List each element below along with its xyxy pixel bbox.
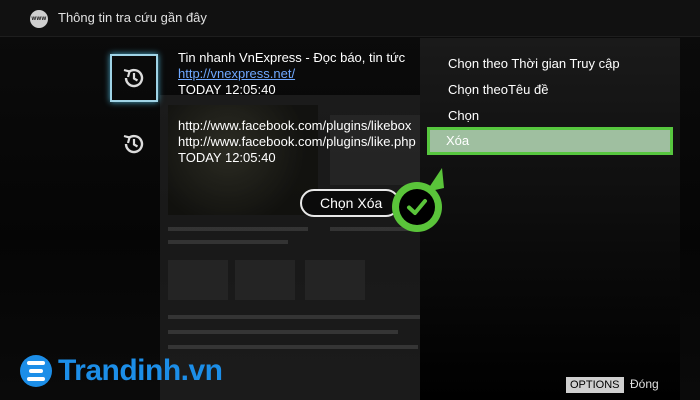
tv-browser-history-screen: www Thông tin tra cứu gần đây Tin nhanh … bbox=[0, 0, 700, 400]
history-entry-2-icon[interactable] bbox=[114, 124, 154, 164]
preview-block bbox=[305, 260, 365, 300]
history-entry-2-url[interactable]: http://www.facebook.com/plugins/like.php bbox=[178, 134, 418, 149]
preview-line bbox=[168, 240, 288, 244]
checkmark-icon bbox=[407, 199, 427, 215]
menu-item-sort-by-access-time[interactable]: Chọn theo Thời gian Truy cập bbox=[448, 56, 620, 71]
menu-item-sort-by-title[interactable]: Chọn theoTêu đề bbox=[448, 82, 548, 97]
page-title: Thông tin tra cứu gần đây bbox=[58, 10, 207, 25]
options-key-badge[interactable]: OPTIONS bbox=[566, 377, 624, 393]
history-entry-1-icon[interactable] bbox=[110, 54, 158, 102]
check-circle bbox=[399, 189, 435, 225]
history-icon bbox=[123, 134, 144, 154]
logo-mark-icon bbox=[20, 355, 52, 387]
preview-line bbox=[168, 330, 398, 334]
menu-item-select[interactable]: Chọn bbox=[448, 108, 479, 123]
preview-block bbox=[168, 260, 228, 300]
select-delete-button[interactable]: Chọn Xóa bbox=[300, 189, 400, 217]
preview-line bbox=[168, 315, 428, 319]
logo-text: Trandinh.vn bbox=[58, 354, 223, 387]
history-icon bbox=[123, 68, 144, 88]
trandinh-logo: Trandinh.vn bbox=[20, 354, 223, 388]
menu-item-delete[interactable]: Xóa bbox=[427, 127, 673, 155]
preview-line bbox=[168, 345, 418, 349]
preview-block bbox=[235, 260, 295, 300]
history-entry-1-url[interactable]: http://vnexpress.net/ bbox=[178, 66, 418, 81]
confirm-check-icon[interactable] bbox=[392, 182, 442, 232]
history-entry-2-time: TODAY 12:05:40 bbox=[178, 150, 276, 165]
www-icon: www bbox=[30, 10, 48, 28]
history-entry-1-title[interactable]: Tin nhanh VnExpress - Đọc báo, tin tức bbox=[178, 50, 418, 65]
options-menu: Chọn theo Thời gian Truy cập Chọn theoTê… bbox=[420, 38, 680, 400]
history-entry-1-time: TODAY 12:05:40 bbox=[178, 82, 276, 97]
header-bar: www Thông tin tra cứu gần đây bbox=[0, 0, 700, 37]
history-entry-2-title[interactable]: http://www.facebook.com/plugins/likebox bbox=[178, 118, 418, 133]
options-close-label: Đóng bbox=[630, 377, 659, 391]
preview-line bbox=[168, 227, 308, 231]
